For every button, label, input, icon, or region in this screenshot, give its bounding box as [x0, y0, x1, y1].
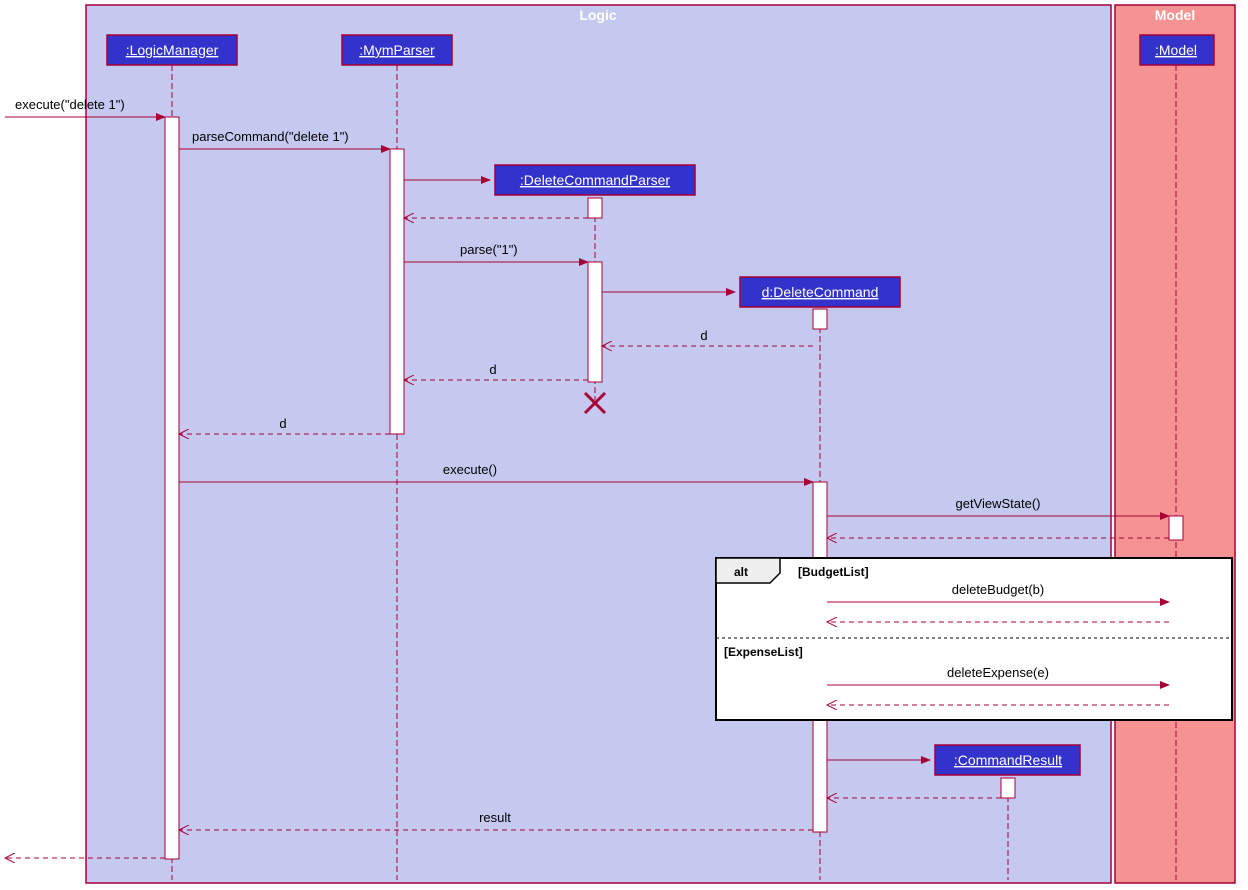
msg-parse1-label: parse("1") [460, 242, 518, 257]
sequence-diagram: Logic Model :LogicManager :MymParser :Mo… [0, 0, 1248, 890]
msg-deleteexpense-label: deleteExpense(e) [947, 665, 1049, 680]
activation-logicmanager [165, 117, 179, 859]
participant-mymparser-label: :MymParser [359, 42, 435, 58]
msg-deletebudget-label: deleteBudget(b) [952, 582, 1045, 597]
msg-execute-label: execute() [443, 462, 497, 477]
activation-mymparser [390, 149, 404, 434]
activation-cr [1001, 778, 1015, 798]
msg-d3-label: d [279, 416, 286, 431]
participant-model-label: :Model [1155, 42, 1197, 58]
participant-logicmanager-label: :LogicManager [126, 42, 219, 58]
alt-cond1: [BudgetList] [798, 565, 869, 579]
alt-cond2: [ExpenseList] [724, 645, 803, 659]
participant-cr-label: :CommandResult [954, 752, 1062, 768]
model-box [1115, 5, 1235, 883]
msg-d1-label: d [700, 328, 707, 343]
activation-dcp-create [588, 198, 602, 218]
msg-getviewstate-label: getViewState() [955, 496, 1040, 511]
participant-dc-label: d:DeleteCommand [762, 284, 879, 300]
msg-result-label: result [479, 810, 511, 825]
participant-dcp-label: :DeleteCommandParser [520, 172, 671, 188]
activation-dc-create [813, 309, 827, 329]
msg-parsecommand-label: parseCommand("delete 1") [192, 129, 349, 144]
activation-dcp-parse [588, 262, 602, 382]
msg-d2-label: d [489, 362, 496, 377]
logic-box-label: Logic [579, 7, 617, 23]
alt-label: alt [734, 565, 748, 579]
activation-model-gvs [1169, 516, 1183, 540]
model-box-label: Model [1155, 7, 1195, 23]
msg-execute-in-label: execute("delete 1") [15, 97, 125, 112]
